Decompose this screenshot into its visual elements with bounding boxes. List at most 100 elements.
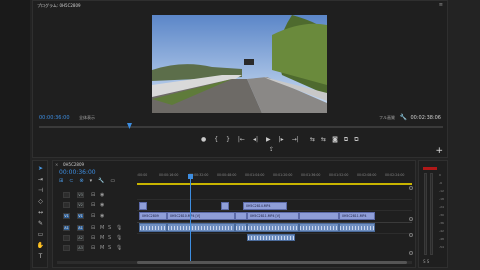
extract-button[interactable]: ⇆ [321,136,326,144]
vertical-scroll-handle[interactable] [409,251,413,255]
export-icon[interactable]: ⇪ [269,146,274,153]
microphone-icon[interactable]: 🎙 [116,245,122,251]
clip-v2-small[interactable] [221,202,229,210]
multi-view-button[interactable]: ⧉ [354,136,358,144]
panel-menu-icon[interactable]: ≡ [439,2,443,8]
source-patch-v1[interactable]: V1 [63,213,70,219]
mute-button[interactable]: M [100,235,104,241]
selection-tool-icon[interactable]: ➤ [36,165,45,173]
track-target-a1[interactable]: A1 [77,225,84,231]
audio-clip-a1[interactable] [235,223,247,232]
audio-clip-a1[interactable] [247,223,299,232]
meter-scale-label: -54 [439,245,444,249]
lift-button[interactable]: ⇆ [310,136,315,144]
meter-solo-buttons[interactable]: S S [423,259,429,264]
work-area-bar[interactable] [137,183,412,185]
timeline-playhead[interactable] [188,174,193,179]
go-to-out-button[interactable]: →| [292,136,299,143]
type-tool-icon[interactable]: T [36,253,45,261]
solo-button[interactable]: S [108,225,111,231]
slip-tool-icon[interactable]: ↔ [36,209,45,217]
hand-tool-icon[interactable]: ✋ [36,242,45,250]
sync-lock-icon[interactable]: ⊟ [91,245,95,251]
add-marker-icon[interactable]: ▾ [90,178,93,184]
button-editor-add-button[interactable]: + [435,146,443,156]
audio-clip-a1[interactable] [139,223,167,232]
pen-tool-icon[interactable]: ✎ [36,220,45,228]
ripple-edit-tool-icon[interactable]: ⊣ [36,187,45,195]
track-lock-toggle[interactable] [63,245,70,251]
clip-v1[interactable]: 0H5C2809 [139,212,167,220]
clip-v2-small[interactable] [139,202,147,210]
clip-v1[interactable]: 0H5C2811.MP4 [339,212,375,220]
track-target-v2[interactable]: V2 [77,202,84,208]
source-patch-a1[interactable]: A1 [63,225,70,231]
sync-lock-icon[interactable]: ⊟ [91,225,95,231]
mute-button[interactable]: M [100,245,104,251]
clip-v1[interactable] [299,212,339,220]
mark-out-button[interactable]: } [226,136,230,143]
timeline-settings-wrench-icon[interactable]: 🔧 [98,178,104,184]
audio-clip-a1[interactable] [339,223,375,232]
ruler-label: 00:01:04:00 [245,173,265,177]
eye-icon[interactable]: ◉ [100,192,104,198]
settings-wrench-icon[interactable]: 🔧 [400,114,407,121]
eye-icon[interactable]: ◉ [100,202,104,208]
playback-resolution-select[interactable]: フル画質 [379,115,395,121]
audio-clip-a1[interactable] [167,223,235,232]
solo-button[interactable]: S [108,235,111,241]
clip-v1[interactable]: 0H5C2810.MP4 [V] [167,212,235,220]
track-target-v1[interactable]: V1 [77,213,84,219]
audio-clip-a2[interactable] [247,234,295,241]
track-select-tool-icon[interactable]: ⇥ [36,176,45,184]
program-timecode[interactable]: 00:00:36:00 [39,115,70,121]
nest-icon[interactable]: ⊞ [59,178,63,184]
sync-lock-icon[interactable]: ⊟ [91,213,95,219]
add-marker-button[interactable]: ● [201,136,206,143]
eye-icon[interactable]: ◉ [100,213,104,219]
step-forward-button[interactable]: |▸ [279,136,284,143]
track-target-a2[interactable]: A2 [77,235,84,241]
go-to-in-button[interactable]: |← [238,136,245,143]
vertical-scroll-handle[interactable] [409,217,413,221]
step-back-button[interactable]: ◂| [253,136,258,143]
play-button[interactable]: ▶ [266,136,271,143]
track-lock-toggle[interactable] [63,192,70,198]
export-frame-icon[interactable]: ◙ [332,136,338,144]
time-ruler[interactable]: :00:00 00:00:16:00 00:00:32:00 00:00:48:… [137,173,412,182]
meter-scale-label: -30 [439,213,444,217]
timeline-timecode[interactable]: 00:00:36:00 [59,169,96,176]
program-scrub-bar[interactable] [39,126,443,128]
timeline-scroll-thumb[interactable] [137,261,407,264]
clip-indicator[interactable] [423,167,437,170]
clip-v2[interactable]: 0H5C2814.MP4 [243,202,287,210]
rectangle-tool-icon[interactable]: ▭ [36,231,45,239]
track-lock-toggle[interactable] [63,235,70,241]
program-monitor-title[interactable]: プログラム: 0H5C2809 [37,3,81,9]
captions-icon[interactable]: ▭ [110,178,115,184]
sequence-tab[interactable]: 0H5C2809 [63,162,84,167]
solo-button[interactable]: S [108,245,111,251]
snap-icon[interactable]: ⊂ [69,178,73,184]
razor-tool-icon[interactable]: ◇ [36,198,45,206]
sync-lock-icon[interactable]: ⊟ [91,235,95,241]
vertical-scroll-handle[interactable] [409,233,413,237]
audio-clip-a1[interactable] [299,223,339,232]
clip-v1[interactable]: 0H5C2811.MP4 [V] [247,212,299,220]
timeline-playhead-line[interactable] [190,175,191,261]
zoom-level-select[interactable]: 全体表示 [79,115,95,121]
vertical-scroll-handle[interactable] [409,186,413,190]
track-target-a3[interactable]: A3 [77,245,84,251]
comparison-view-button[interactable]: ⧉ [344,136,348,144]
mark-in-button[interactable]: { [214,136,218,143]
microphone-icon[interactable]: 🎙 [116,225,122,231]
sync-lock-icon[interactable]: ⊟ [91,192,95,198]
linked-selection-icon[interactable]: ⊗ [79,178,83,184]
sync-lock-icon[interactable]: ⊟ [91,202,95,208]
mute-button[interactable]: M [100,225,104,231]
track-lock-toggle[interactable] [63,202,70,208]
clip-v1[interactable] [235,212,247,220]
close-tab-icon[interactable]: × [55,162,58,167]
microphone-icon[interactable]: 🎙 [116,235,122,241]
track-target-v3[interactable]: V3 [77,192,84,198]
